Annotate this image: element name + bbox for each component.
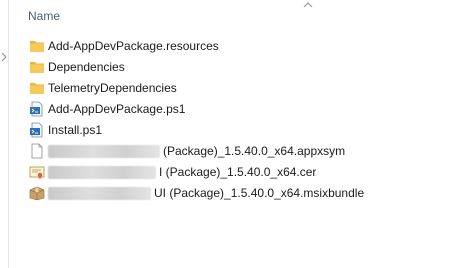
sort-ascending-icon bbox=[303, 2, 313, 8]
column-header[interactable]: Name bbox=[9, 0, 473, 32]
name-column-header[interactable]: Name bbox=[28, 9, 60, 23]
file-explorer-view: Name Add-AppDevPackage.resources Depende… bbox=[0, 0, 473, 268]
list-item[interactable]: I (Package)_1.5.40.0_x64.cer bbox=[9, 162, 469, 183]
folder-icon bbox=[30, 83, 44, 94]
package-icon bbox=[29, 186, 45, 201]
powershell-script-icon bbox=[30, 122, 43, 138]
file-name: Add-AppDevPackage.ps1 bbox=[48, 102, 186, 116]
redacted-text bbox=[48, 186, 151, 200]
file-name: TelemetryDependencies bbox=[48, 81, 177, 95]
file-name-wrapper: I (Package)_1.5.40.0_x64.cer bbox=[48, 165, 316, 179]
file-name: Install.ps1 bbox=[48, 123, 103, 137]
list-item[interactable]: Add-AppDevPackage.ps1 bbox=[9, 99, 469, 120]
powershell-script-icon bbox=[30, 101, 43, 117]
expand-chevron-icon[interactable] bbox=[0, 52, 8, 62]
file-name: (Package)_1.5.40.0_x64.appxsym bbox=[163, 144, 346, 158]
file-name-wrapper: UI (Package)_1.5.40.0_x64.msixbundle bbox=[48, 186, 364, 200]
navigation-pane-edge bbox=[0, 0, 9, 268]
file-name: UI (Package)_1.5.40.0_x64.msixbundle bbox=[154, 186, 365, 200]
redacted-text bbox=[48, 165, 156, 179]
certificate-icon bbox=[29, 166, 45, 179]
list-item[interactable]: TelemetryDependencies bbox=[9, 78, 469, 99]
file-name: I (Package)_1.5.40.0_x64.cer bbox=[159, 165, 317, 179]
blank-file-icon bbox=[31, 143, 43, 159]
list-item[interactable]: Dependencies bbox=[9, 57, 469, 78]
list-item[interactable]: UI (Package)_1.5.40.0_x64.msixbundle bbox=[9, 183, 469, 204]
file-name-wrapper: (Package)_1.5.40.0_x64.appxsym bbox=[48, 144, 345, 158]
file-name: Add-AppDevPackage.resources bbox=[48, 39, 219, 53]
list-item[interactable]: (Package)_1.5.40.0_x64.appxsym bbox=[9, 141, 469, 162]
folder-icon bbox=[30, 41, 44, 52]
file-name: Dependencies bbox=[48, 60, 125, 74]
list-item[interactable]: Add-AppDevPackage.resources bbox=[9, 36, 469, 57]
redacted-text bbox=[48, 144, 160, 158]
file-list: Add-AppDevPackage.resources Dependencies… bbox=[9, 36, 469, 204]
list-item[interactable]: Install.ps1 bbox=[9, 120, 469, 141]
folder-icon bbox=[30, 62, 44, 73]
